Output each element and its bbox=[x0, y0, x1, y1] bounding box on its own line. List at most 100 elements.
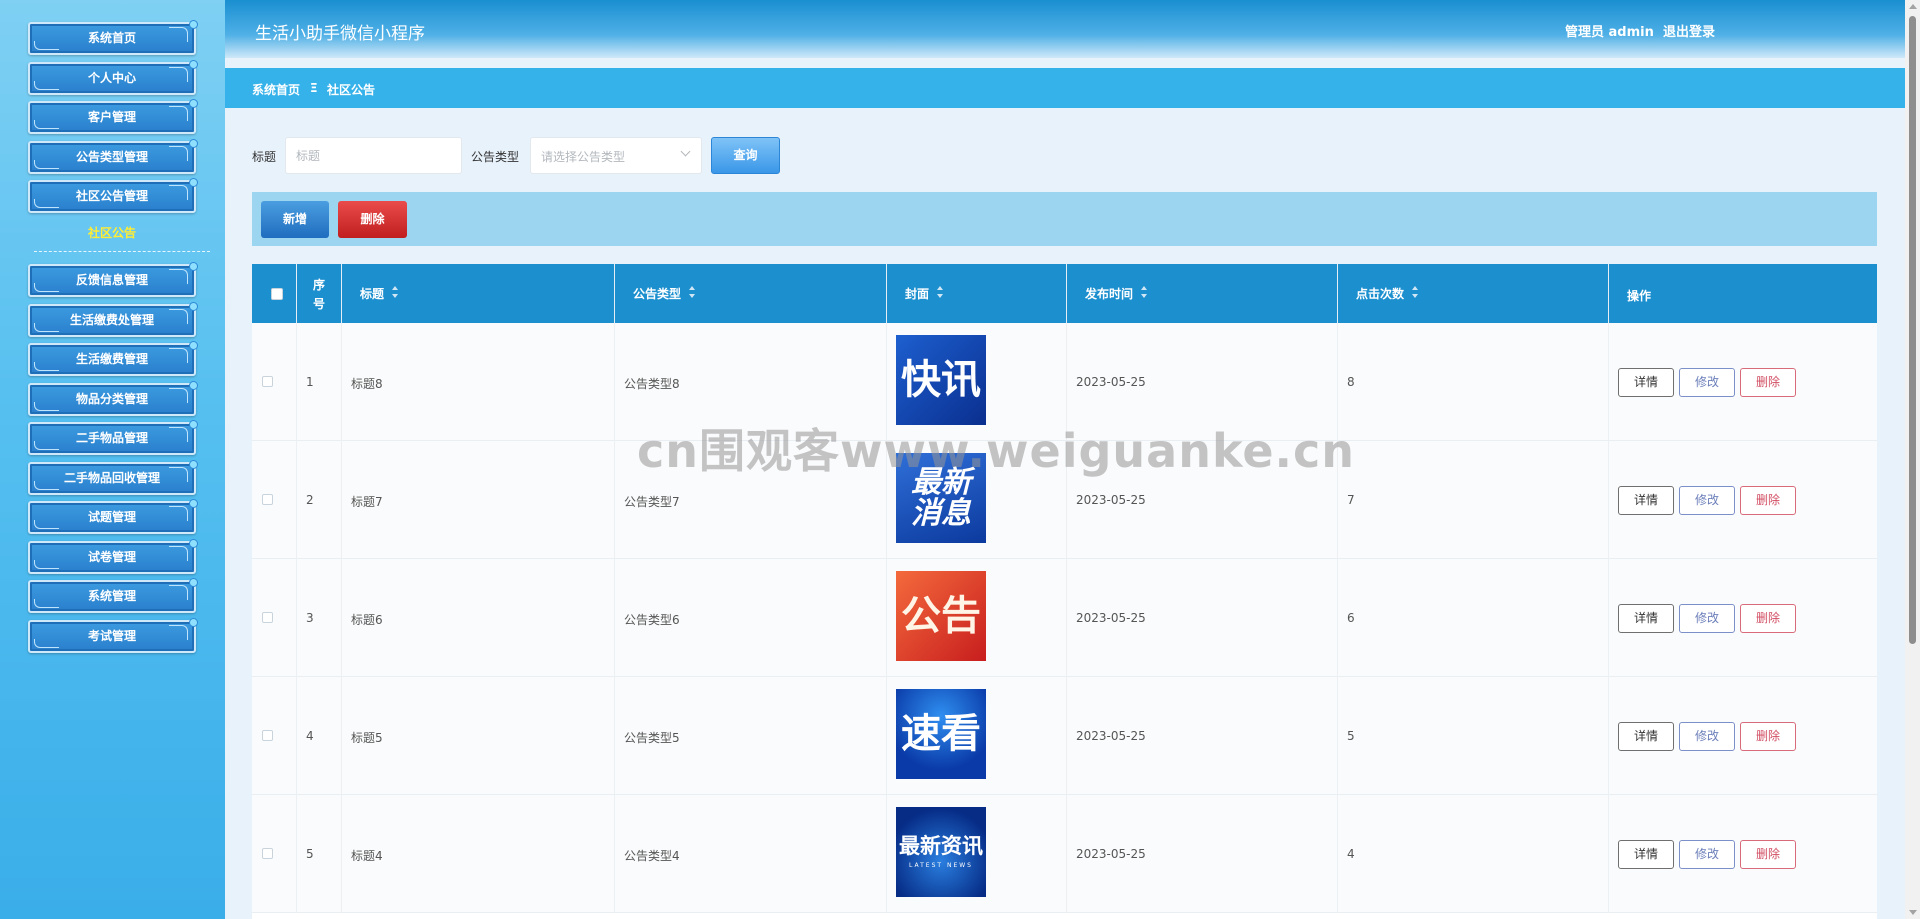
row-index: 5 bbox=[306, 847, 314, 861]
ornament-dot-icon bbox=[189, 99, 198, 108]
table-row: 4 标题5 公告类型5 速看 2023-05-25 5 详情 修改 删除 bbox=[252, 677, 1877, 795]
scroll-down-arrow-icon[interactable] bbox=[1909, 910, 1917, 915]
sidebar-item-system[interactable]: 系统管理 bbox=[28, 578, 198, 613]
delete-button[interactable]: 删除 bbox=[1740, 368, 1796, 397]
sidebar-item-label: 系统管理 bbox=[87, 589, 136, 603]
edit-button[interactable]: 修改 bbox=[1679, 840, 1735, 869]
ornament-dot-icon bbox=[189, 618, 198, 627]
row-checkbox[interactable] bbox=[262, 612, 273, 623]
column-clicks[interactable]: 点击次数 bbox=[1338, 264, 1609, 323]
index-cell: 5 bbox=[297, 795, 342, 913]
title-search-input[interactable] bbox=[285, 137, 462, 174]
column-cover[interactable]: 封面 bbox=[887, 264, 1067, 323]
sort-icon[interactable] bbox=[1412, 286, 1418, 298]
type-cell: 公告类型6 bbox=[615, 559, 887, 677]
sidebar-item-questions[interactable]: 试题管理 bbox=[28, 499, 198, 534]
actions-cell: 详情 修改 删除 bbox=[1609, 559, 1877, 677]
row-select-cell bbox=[252, 677, 297, 795]
submenu-item-community-notice[interactable]: 社区公告 bbox=[28, 224, 196, 241]
sidebar-item-profile[interactable]: 个人中心 bbox=[28, 60, 198, 95]
delete-button[interactable]: 删除 bbox=[1740, 722, 1796, 751]
breadcrumb-home[interactable]: 系统首页 bbox=[252, 81, 300, 98]
notice-type-select[interactable]: 请选择公告类型 bbox=[530, 137, 702, 174]
ornament-dot-icon bbox=[189, 341, 198, 350]
sidebar-item-exams[interactable]: 考试管理 bbox=[28, 618, 198, 653]
row-title: 标题6 bbox=[351, 613, 383, 627]
column-title[interactable]: 标题 bbox=[342, 264, 615, 323]
table-row: 5 标题4 公告类型4 最新资讯 LATEST NEWS 2023-05-25 … bbox=[252, 795, 1877, 913]
row-publish-time: 2023-05-25 bbox=[1076, 375, 1146, 389]
edit-button[interactable]: 修改 bbox=[1679, 604, 1735, 633]
title-cell: 标题6 bbox=[342, 559, 615, 677]
sidebar-item-item-categories[interactable]: 物品分类管理 bbox=[28, 381, 198, 416]
select-all-checkbox[interactable] bbox=[271, 288, 283, 300]
detail-button[interactable]: 详情 bbox=[1618, 368, 1674, 397]
cover-image[interactable]: 最新资讯 LATEST NEWS bbox=[896, 807, 986, 897]
row-select-cell bbox=[252, 559, 297, 677]
edit-button[interactable]: 修改 bbox=[1679, 486, 1735, 515]
sidebar-item-feedback[interactable]: 反馈信息管理 bbox=[28, 262, 198, 297]
column-type[interactable]: 公告类型 bbox=[615, 264, 887, 323]
row-index: 3 bbox=[306, 611, 314, 625]
row-checkbox[interactable] bbox=[262, 848, 273, 859]
table-row: 3 标题6 公告类型6 公告 2023-05-25 6 详情 修改 删除 bbox=[252, 559, 1877, 677]
scroll-thumb[interactable] bbox=[1909, 16, 1916, 644]
ornament-dot-icon bbox=[189, 139, 198, 148]
row-clicks: 5 bbox=[1347, 729, 1355, 743]
sort-icon[interactable] bbox=[1141, 286, 1147, 298]
sidebar-item-customers[interactable]: 客户管理 bbox=[28, 99, 198, 134]
watermark: cn围观客www.weiguanke.cn bbox=[637, 424, 1356, 478]
sidebar-item-label: 个人中心 bbox=[87, 71, 136, 85]
sort-icon[interactable] bbox=[392, 286, 398, 298]
add-button[interactable]: 新增 bbox=[261, 201, 329, 238]
sidebar-item-payments[interactable]: 生活缴费管理 bbox=[28, 341, 198, 376]
cover-image[interactable]: 公告 bbox=[896, 571, 986, 661]
batch-delete-button[interactable]: 删除 bbox=[338, 201, 407, 238]
row-checkbox[interactable] bbox=[262, 730, 273, 741]
row-index: 1 bbox=[306, 375, 314, 389]
delete-button[interactable]: 删除 bbox=[1740, 486, 1796, 515]
logout-link[interactable]: 退出登录 bbox=[1663, 21, 1715, 40]
edit-button[interactable]: 修改 bbox=[1679, 722, 1735, 751]
clicks-cell: 8 bbox=[1338, 323, 1609, 441]
column-actions: 操作 bbox=[1609, 264, 1877, 323]
breadcrumb-current: 社区公告 bbox=[327, 83, 376, 97]
sidebar-item-label: 生活缴费管理 bbox=[75, 352, 148, 366]
sort-icon[interactable] bbox=[937, 286, 943, 298]
delete-button[interactable]: 删除 bbox=[1740, 604, 1796, 633]
sidebar-item-papers[interactable]: 试卷管理 bbox=[28, 539, 198, 574]
ornament-dot-icon bbox=[189, 539, 198, 548]
sidebar-item-community-notices[interactable]: 社区公告管理 bbox=[28, 178, 198, 213]
sidebar-item-secondhand-items[interactable]: 二手物品管理 bbox=[28, 420, 198, 455]
page-scrollbar[interactable] bbox=[1905, 0, 1920, 919]
sidebar-item-recycling[interactable]: 二手物品回收管理 bbox=[28, 460, 198, 495]
sidebar-item-payment-offices[interactable]: 生活缴费处管理 bbox=[28, 302, 198, 337]
sort-icon[interactable] bbox=[689, 286, 695, 298]
detail-button[interactable]: 详情 bbox=[1618, 604, 1674, 633]
delete-button[interactable]: 删除 bbox=[1740, 840, 1796, 869]
cover-image[interactable]: 速看 bbox=[896, 689, 986, 779]
sidebar-item-notice-types[interactable]: 公告类型管理 bbox=[28, 139, 198, 174]
sidebar-item-home[interactable]: 系统首页 bbox=[28, 20, 198, 55]
actions-cell: 详情 修改 删除 bbox=[1609, 323, 1877, 441]
edit-button[interactable]: 修改 bbox=[1679, 368, 1735, 397]
ornament-dot-icon bbox=[189, 460, 198, 469]
detail-button[interactable]: 详情 bbox=[1618, 722, 1674, 751]
title-cell: 标题8 bbox=[342, 323, 615, 441]
notice-type-placeholder: 请选择公告类型 bbox=[541, 150, 626, 164]
detail-button[interactable]: 详情 bbox=[1618, 840, 1674, 869]
detail-button[interactable]: 详情 bbox=[1618, 486, 1674, 515]
actions-cell: 详情 修改 删除 bbox=[1609, 795, 1877, 913]
query-button[interactable]: 查询 bbox=[711, 137, 780, 174]
row-publish-time: 2023-05-25 bbox=[1076, 729, 1146, 743]
sidebar-item-label: 公告类型管理 bbox=[75, 150, 148, 164]
clicks-cell: 5 bbox=[1338, 677, 1609, 795]
column-publish-time-label: 发布时间 bbox=[1085, 287, 1134, 301]
top-header: 生活小助手微信小程序 管理员 admin 退出登录 bbox=[225, 0, 1905, 58]
row-checkbox[interactable] bbox=[262, 494, 273, 505]
scroll-up-arrow-icon[interactable] bbox=[1909, 4, 1917, 9]
column-publish-time[interactable]: 发布时间 bbox=[1067, 264, 1338, 323]
row-checkbox[interactable] bbox=[262, 376, 273, 387]
cover-caption-group: 最新资讯 LATEST NEWS bbox=[896, 807, 986, 897]
cover-image[interactable]: 快讯 bbox=[896, 335, 986, 425]
